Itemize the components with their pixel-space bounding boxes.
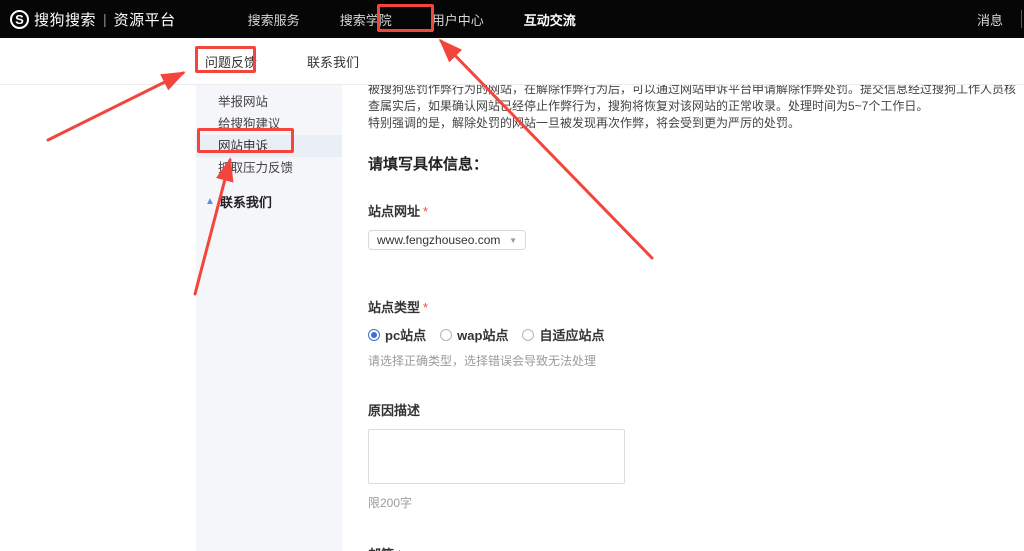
brand-logo[interactable]: S 搜狗搜索 | 资源平台 [10, 9, 176, 30]
radio-wap-site[interactable]: wap站点 [440, 325, 508, 344]
nav-item-search-services[interactable]: 搜索服务 [248, 10, 300, 29]
sidebar-item-report-site[interactable]: 举报网站 [196, 91, 342, 113]
nav-item-search-college[interactable]: 搜索学院 [340, 10, 392, 29]
radio-adaptive-site[interactable]: 自适应站点 [522, 325, 604, 344]
radio-pc-site[interactable]: pc站点 [368, 325, 426, 344]
top-nav-menu: 搜索服务 搜索学院 用户中心 互动交流 [248, 10, 576, 29]
required-mark: * [397, 547, 402, 551]
sub-navbar: 问题反馈 联系我们 [0, 38, 1024, 85]
topbar-divider [1021, 10, 1022, 28]
sidebar-section-label: 联系我们 [219, 195, 272, 210]
top-navbar: S 搜狗搜索 | 资源平台 搜索服务 搜索学院 用户中心 互动交流 消息 [0, 0, 1024, 38]
intro-paragraph-1: 被搜狗惩罚作弊行为的网站，在解除作弊行为后，可以通过网站申诉平台申请解除作弊处罚… [368, 82, 1017, 113]
radio-icon [440, 328, 453, 341]
email-label: 邮箱* [368, 544, 1024, 551]
site-type-help: 请选择正确类型，选择错误会导致无法处理 [368, 354, 597, 368]
main-content: 被搜狗惩罚作弊行为的网站，在解除作弊行为后，可以通过网站申诉平台申请解除作弊处罚… [368, 82, 1024, 551]
sogou-logo-icon: S [10, 9, 29, 29]
sidebar: 举报网站 给搜狗建议 网站申诉 抓取压力反馈 ▲ 联系我们 [196, 85, 342, 551]
reason-textarea[interactable] [368, 429, 625, 484]
radio-icon [522, 328, 535, 341]
page: S 搜狗搜索 | 资源平台 搜索服务 搜索学院 用户中心 互动交流 消息 问题反… [0, 0, 1024, 551]
site-url-value: www.fengzhouseo.com [377, 233, 501, 247]
site-url-label: 站点网址 * [368, 204, 429, 219]
required-mark: * [423, 204, 429, 219]
tab-problem-feedback[interactable]: 问题反馈 [205, 52, 257, 71]
required-mark: * [423, 300, 429, 315]
tab-contact-us[interactable]: 联系我们 [307, 52, 359, 71]
nav-item-user-center[interactable]: 用户中心 [432, 10, 484, 29]
reason-label: 原因描述 [368, 403, 421, 418]
site-url-select[interactable]: www.fengzhouseo.com ▼ [368, 230, 526, 250]
product-name: 资源平台 [113, 11, 176, 29]
triangle-icon: ▲ [205, 195, 215, 207]
brand-divider: | [103, 11, 107, 27]
intro-paragraph-2: 特别强调的是，解除处罚的网站一旦被发现再次作弊，将会受到更为严厉的处罚。 [368, 116, 801, 130]
topbar-right: 消息 [977, 10, 1024, 29]
site-type-label: 站点类型 * [368, 300, 429, 315]
chevron-down-icon: ▼ [509, 235, 517, 245]
site-type-radio-group: pc站点 wap站点 自适应站点 [368, 325, 1024, 344]
sidebar-item-crawl-pressure[interactable]: 抓取压力反馈 [196, 157, 342, 179]
sidebar-section-contact-us[interactable]: ▲ 联系我们 [196, 192, 342, 211]
radio-icon [368, 328, 380, 341]
form-heading: 请填写具体信息： [368, 156, 489, 173]
sidebar-item-suggestions[interactable]: 给搜狗建议 [196, 113, 342, 135]
messages-link[interactable]: 消息 [977, 10, 1003, 29]
brand-name: 搜狗搜索 [34, 11, 97, 29]
nav-item-interaction[interactable]: 互动交流 [524, 10, 576, 29]
sidebar-item-site-appeal[interactable]: 网站申诉 [196, 135, 342, 157]
reason-limit-note: 限200字 [368, 496, 413, 510]
